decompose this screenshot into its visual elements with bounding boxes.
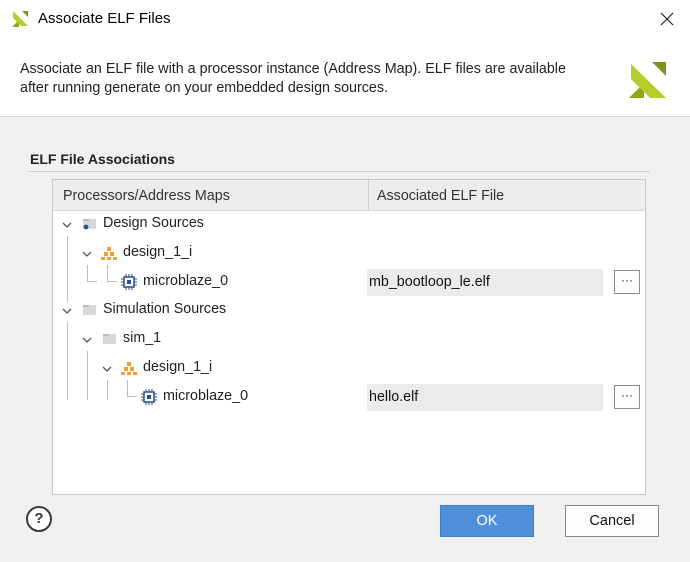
processor-icon [121,274,137,290]
tree-label-simulation-sources: Simulation Sources [103,301,227,317]
elf-file-value: hello.elf [369,389,419,405]
xilinx-logo-icon [12,11,28,27]
elf-file-value: mb_bootloop_le.elf [369,274,490,290]
tree-row-microblaze-sim[interactable]: microblaze_0 hello.elf ··· [53,383,645,412]
ok-button[interactable]: OK [440,505,534,537]
dialog-header: Associate an ELF file with a processor i… [0,38,690,117]
hierarchy-icon [121,362,137,375]
elf-file-field[interactable]: mb_bootloop_le.elf [367,269,603,296]
chevron-down-icon[interactable] [81,248,93,260]
chevron-down-icon[interactable] [101,363,113,375]
browse-ellipsis: ··· [621,388,633,402]
elf-file-field[interactable]: hello.elf [367,384,603,411]
window-title: Associate ELF Files [38,10,171,27]
tree-row-design-sources[interactable]: Design Sources [53,210,645,239]
processor-icon [141,389,157,405]
column-separator[interactable] [368,180,369,210]
tree-label-microblaze: microblaze_0 [163,388,249,404]
tree-label-design-1-i: design_1_i [143,359,213,375]
section-divider [28,171,650,172]
tree-row-simulation-sources[interactable]: Simulation Sources [53,296,645,325]
folder-icon [83,305,96,315]
xilinx-logo-icon [629,62,666,98]
tree-label-design-1-i: design_1_i [123,244,193,260]
table-header: Processors/Address Maps Associated ELF F… [53,180,645,211]
folder-icon [103,334,116,344]
description-line-1: Associate an ELF file with a processor i… [20,61,566,77]
tree-label-sim-1: sim_1 [123,330,162,346]
tree-row-sim-1[interactable]: sim_1 [53,325,645,354]
help-button[interactable]: ? [26,506,52,532]
chevron-down-icon[interactable] [81,334,93,346]
column-header-elf-file[interactable]: Associated ELF File [377,180,504,210]
browse-elf-button[interactable]: ··· [614,270,640,294]
description-line-2: after running generate on your embedded … [20,80,388,96]
tree-label-microblaze: microblaze_0 [143,273,229,289]
chevron-down-icon[interactable] [61,305,73,317]
column-header-processors[interactable]: Processors/Address Maps [63,180,230,210]
browse-ellipsis: ··· [621,273,633,287]
tree-row-design-1-i[interactable]: design_1_i [53,239,645,268]
tree-row-microblaze-design[interactable]: microblaze_0 mb_bootloop_le.elf ··· [53,268,645,297]
tree-row-design-1-i-sim[interactable]: design_1_i [53,354,645,383]
browse-elf-button[interactable]: ··· [614,385,640,409]
title-bar: Associate ELF Files [0,0,690,38]
elf-association-table: Processors/Address Maps Associated ELF F… [52,179,646,495]
close-icon [660,12,674,26]
design-sources-icon [83,219,96,230]
cancel-button[interactable]: Cancel [565,505,659,537]
tree-label-design-sources: Design Sources [103,215,204,231]
chevron-down-icon[interactable] [61,219,73,231]
hierarchy-icon [101,247,117,260]
close-button[interactable] [644,0,690,38]
section-title: ELF File Associations [30,151,175,167]
dialog-description: Associate an ELF file with a processor i… [20,60,620,98]
